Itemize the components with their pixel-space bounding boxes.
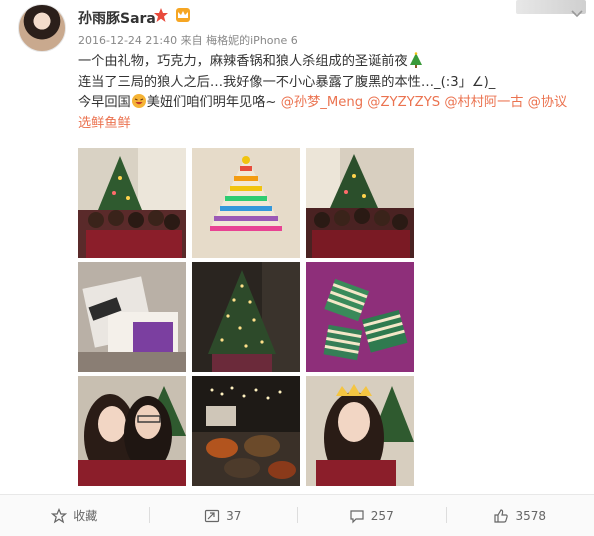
photo-chocolate-tree[interactable] [192,148,300,258]
post-text: 一个由礼物，巧克力，麻辣香锅和狼人杀组成的圣诞前夜 连当了三局的狼人之后…我好像… [78,52,578,134]
like-button[interactable]: 3578 [445,495,594,536]
favorite-label: 收藏 [73,509,98,523]
post-timestamp[interactable]: 2016-12-24 21:40 [78,34,177,47]
repost-icon [205,509,220,522]
photo-christmas-group-2[interactable] [306,148,414,258]
post-line-3-prefix: 今早回国 [78,95,131,110]
star-icon[interactable] [153,7,169,23]
comment-count: 257 [370,508,394,523]
mention-cuncun[interactable]: @村村阿一古 [444,95,523,110]
photo-wrapped-gifts[interactable] [306,262,414,372]
post-line-2: 连当了三局的狼人之后…我好像一不小心暴露了腹黑的本性…_(:3」∠)_ [78,74,496,90]
user-name[interactable]: 孙雨豚Sara [78,8,156,28]
action-bar: 收藏 37 257 3578 [0,495,594,536]
photo-gift-box[interactable] [78,262,186,372]
photo-christmas-tree[interactable] [192,262,300,372]
photo-christmas-group-1[interactable] [78,148,186,258]
star-outline-icon [51,507,68,523]
photo-selfie-two-girls[interactable] [78,376,186,486]
comment-button[interactable]: 257 [297,495,446,536]
laughing-face-icon [131,94,146,108]
like-count: 3578 [515,508,547,523]
photo-hotpot-table[interactable] [192,376,300,486]
favorite-button[interactable]: 收藏 [0,495,149,536]
photo-crown-girl[interactable] [306,376,414,486]
christmas-tree-icon [409,52,422,68]
repost-button[interactable]: 37 [148,495,298,536]
chevron-down-icon[interactable] [568,4,586,22]
avatar[interactable] [18,4,66,52]
post-source-prefix: 来自 [180,34,203,47]
post-meta: 2016-12-24 21:40 来自 梅格妮的iPhone 6 [78,32,298,48]
post-line-3-mid: 美妞们咱们明年见咯~ [146,95,277,110]
mention-zyzyzys[interactable]: @ZYZYZYS [367,95,440,110]
crown-icon[interactable] [175,7,191,23]
repost-count: 37 [226,508,242,523]
weibo-post-card: 孙雨豚Sara 2016-12-24 21:40 来自 梅格妮的iPhone 6… [0,0,594,536]
post-source[interactable]: 梅格妮的iPhone 6 [206,34,298,47]
thumbs-up-icon [494,508,509,523]
post-line-1: 一个由礼物，巧克力，麻辣香锅和狼人杀组成的圣诞前夜 [78,54,408,69]
comment-icon [350,509,364,523]
mention-sun-meng[interactable]: @孙梦_Meng [281,95,363,110]
